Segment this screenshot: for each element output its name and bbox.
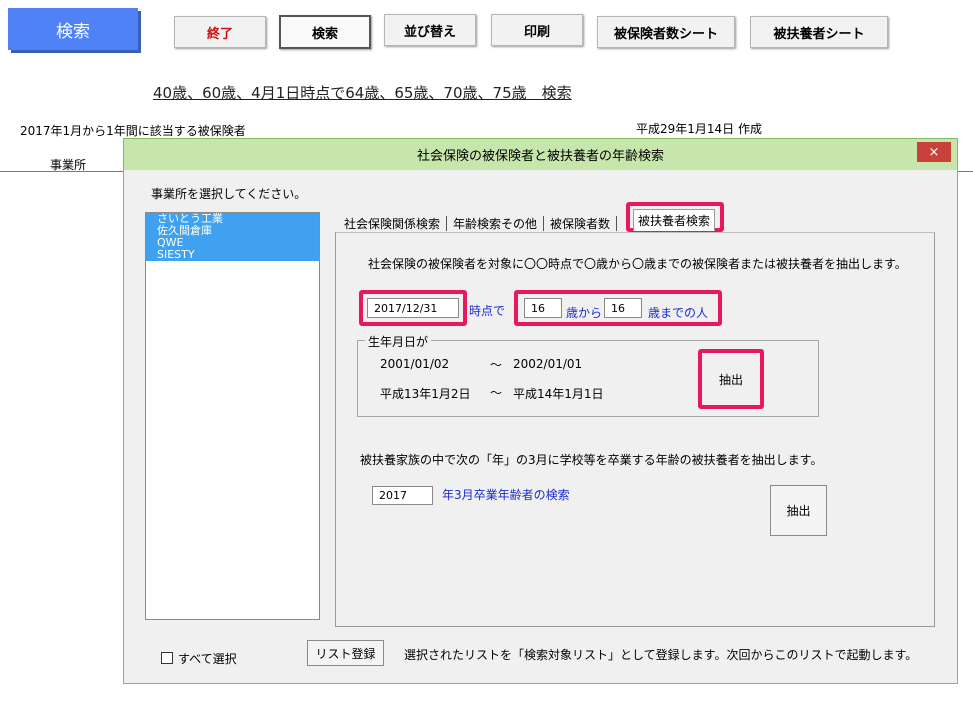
tab-dependent-search[interactable]: 被扶養者検索: [626, 202, 724, 232]
dialog-titlebar[interactable]: 社会保険の被保険者と被扶養者の年齢検索: [124, 139, 957, 170]
base-date-input[interactable]: 2017/12/31: [367, 298, 459, 318]
base-date-highlight: 2017/12/31: [359, 290, 467, 326]
age-from-input[interactable]: 16: [524, 298, 562, 318]
tab-insured-count[interactable]: 被保険者数: [546, 215, 614, 232]
period-text: 2017年1月から1年間に該当する被保険者: [20, 124, 246, 138]
select-all-label: すべて選択: [178, 652, 237, 666]
tab-strip: 社会保険関係検索 年齢検索その他 被保険者数: [340, 212, 619, 234]
print-button[interactable]: 印刷: [491, 14, 583, 46]
extract-button-highlight: 抽出: [698, 349, 764, 409]
search-description: 社会保険の被保険者を対象に〇〇時点で〇歳から〇歳までの被保険者または被扶養者を抽…: [368, 257, 907, 271]
created-date: 平成29年1月14日 作成: [636, 122, 762, 136]
at-label: 時点で: [469, 304, 506, 318]
tab-separator: [616, 215, 618, 231]
search-button[interactable]: 検索: [279, 15, 371, 49]
age-range-highlight: 16 歳から 16 歳までの人: [514, 290, 722, 326]
tilde: ～: [490, 386, 503, 400]
to-label: 歳までの人: [648, 306, 709, 320]
insured-count-sheet-button[interactable]: 被保険者数シート: [597, 16, 735, 48]
select-all-checkbox[interactable]: [161, 652, 173, 664]
office-list[interactable]: さいとう工業 佐久間倉庫 QWE SIESTY: [145, 212, 320, 620]
tab-separator: [543, 215, 545, 231]
search-main-button[interactable]: 検索: [8, 8, 138, 50]
graduation-extract-button[interactable]: 抽出: [770, 485, 827, 536]
age-to-input[interactable]: 16: [604, 298, 642, 318]
age-search-link[interactable]: 40歳、60歳、4月1日時点で64歳、65歳、70歳、75歳 検索: [153, 82, 572, 103]
birth-from-ad: 2001/01/02: [380, 357, 450, 371]
tab-dependent-search-label: 被扶養者検索: [633, 209, 716, 231]
birth-to-ad: 2002/01/01: [513, 357, 583, 371]
tab-separator: [446, 215, 448, 231]
from-label: 歳から: [566, 306, 603, 320]
list-item[interactable]: SIESTY: [146, 249, 319, 261]
close-icon[interactable]: ×: [917, 142, 951, 162]
age-search-dialog: 社会保険の被保険者と被扶養者の年齢検索 × 事業所を選択してください。 さいとう…: [123, 138, 958, 684]
sort-button[interactable]: 並び替え: [384, 14, 476, 46]
birth-to-jp: 平成14年1月1日: [513, 387, 604, 401]
exit-button[interactable]: 終了: [174, 16, 266, 48]
sheet-divider: [0, 171, 123, 172]
dialog-title: 社会保険の被保険者と被扶養者の年齢検索: [416, 149, 664, 164]
tab-social-insurance[interactable]: 社会保険関係検索: [340, 215, 444, 232]
dependent-sheet-button[interactable]: 被扶養者シート: [750, 16, 888, 48]
tab-age-search-other[interactable]: 年齢検索その他: [449, 215, 541, 232]
birth-date-group-label: 生年月日が: [365, 333, 432, 350]
graduation-description: 被扶養家族の中で次の「年」の3月に学校等を卒業する年齢の被扶養者を抽出します。: [360, 453, 823, 467]
extract-button[interactable]: 抽出: [705, 356, 757, 402]
graduation-label: 年3月卒業年齢者の検索: [442, 488, 570, 502]
graduation-year-input[interactable]: 2017: [372, 486, 433, 505]
tilde: ～: [490, 358, 503, 372]
list-register-button[interactable]: リスト登録: [307, 640, 384, 666]
birth-from-jp: 平成13年1月2日: [380, 387, 471, 401]
register-description: 選択されたリストを「検索対象リスト」として登録します。次回からこのリストで起動し…: [404, 648, 918, 662]
select-office-prompt: 事業所を選択してください。: [151, 187, 307, 201]
